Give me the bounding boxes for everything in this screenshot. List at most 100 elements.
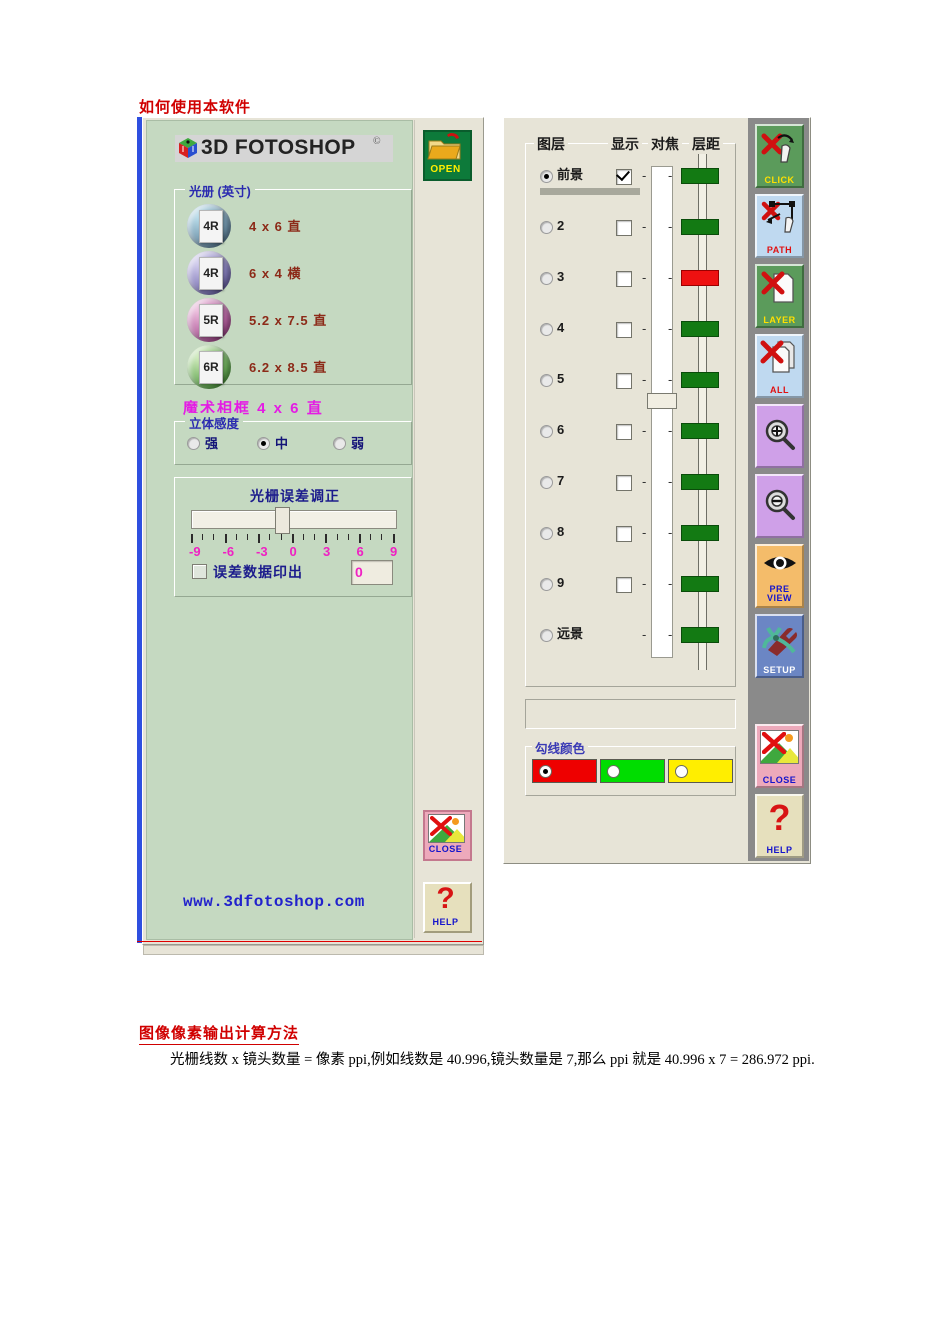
focus-dash-left: - bbox=[642, 321, 647, 336]
layer-row[interactable]: 6 - - bbox=[526, 421, 735, 441]
calibration-tick bbox=[224, 534, 227, 543]
calibration-tick bbox=[235, 534, 237, 540]
layer-spacing-pip[interactable] bbox=[681, 321, 719, 337]
layer-visibility-checkbox[interactable] bbox=[616, 526, 632, 542]
cube-logo-icon bbox=[177, 137, 199, 159]
layer-radio[interactable] bbox=[540, 221, 553, 234]
layer-spacing-pip[interactable] bbox=[681, 627, 719, 643]
app-logo: 3D FOTOSHOP © bbox=[175, 135, 393, 162]
size-option-row[interactable]: 5R 5.2 x 7.5 直 bbox=[187, 298, 407, 342]
toolbar-caption-all: ALL bbox=[770, 385, 789, 395]
open-button[interactable]: OPEN bbox=[423, 130, 472, 181]
layer-row[interactable]: 8 - - bbox=[526, 523, 735, 543]
layer-radio[interactable] bbox=[540, 425, 553, 438]
layer-row[interactable]: 3 - - bbox=[526, 268, 735, 288]
focus-dash-right: - bbox=[668, 168, 673, 183]
line-color-radio[interactable] bbox=[539, 765, 552, 778]
toolbar-button-path[interactable]: PATH bbox=[755, 194, 804, 258]
layer-radio[interactable] bbox=[540, 629, 553, 642]
layer-visibility-checkbox[interactable] bbox=[616, 373, 632, 389]
size-option-row[interactable]: 4R 6 x 4 横 bbox=[187, 251, 407, 295]
layer-radio[interactable] bbox=[540, 476, 553, 489]
layer-spacing-pip[interactable] bbox=[681, 168, 719, 184]
calibration-tick bbox=[359, 534, 361, 543]
layer-radio[interactable] bbox=[540, 578, 553, 591]
layer-visibility-checkbox[interactable] bbox=[616, 322, 632, 338]
layer-row[interactable]: 4 - - bbox=[526, 319, 735, 339]
help-question-icon: ? bbox=[768, 797, 791, 838]
focus-slider-thumb[interactable] bbox=[647, 393, 677, 409]
depth-radio-label: 弱 bbox=[351, 436, 365, 451]
layer-radio[interactable] bbox=[540, 323, 553, 336]
depth-radio[interactable] bbox=[333, 437, 346, 450]
calibration-tick bbox=[202, 534, 204, 540]
layer-radio[interactable] bbox=[540, 272, 553, 285]
calibration-value-field[interactable]: 0 bbox=[351, 560, 393, 585]
layer-name: 4 bbox=[557, 320, 565, 335]
size-option-ball[interactable]: 4R bbox=[187, 204, 231, 248]
depth-radio[interactable] bbox=[187, 437, 200, 450]
layer-name: 5 bbox=[557, 371, 565, 386]
depth-radio-label: 中 bbox=[275, 436, 289, 451]
open-button-caption: OPEN bbox=[430, 164, 461, 175]
size-option-row[interactable]: 4R 4 x 6 直 bbox=[187, 204, 407, 248]
calculation-paragraph: 光栅线数 x 镜头数量 = 像素 ppi,例如线数是 40.996,镜头数量是 … bbox=[170, 1052, 815, 1068]
layer-spacing-pip[interactable] bbox=[681, 423, 719, 439]
layer-spacing-pip[interactable] bbox=[681, 270, 719, 286]
calibration-scale-label: 3 bbox=[323, 544, 331, 559]
toolbar-button-click[interactable]: CLICK bbox=[755, 124, 804, 188]
layer-visibility-checkbox[interactable] bbox=[616, 169, 632, 185]
left-help-button[interactable]: ? HELP bbox=[423, 882, 472, 933]
line-color-swatch[interactable] bbox=[600, 759, 665, 783]
layer-row[interactable]: 9 - - bbox=[526, 574, 735, 594]
calibration-value-text: 0 bbox=[355, 564, 363, 580]
line-color-swatch[interactable] bbox=[532, 759, 597, 783]
line-color-radio[interactable] bbox=[675, 765, 688, 778]
toolbar-button-preview[interactable]: PRE VIEW bbox=[755, 544, 804, 608]
calibration-tick bbox=[291, 534, 294, 543]
layer-spacing-pip[interactable] bbox=[681, 372, 719, 388]
layer-spacing-pip[interactable] bbox=[681, 525, 719, 541]
status-info-box bbox=[525, 699, 736, 729]
left-application-window: 3D FOTOSHOP © 光册 (英寸) 4R 4 x 6 直 4R 6 x 4 横… bbox=[137, 117, 484, 955]
print-error-checkbox[interactable] bbox=[192, 564, 207, 579]
layer-radio[interactable] bbox=[540, 374, 553, 387]
layer-visibility-checkbox[interactable] bbox=[616, 271, 632, 287]
layer-spacing-pip[interactable] bbox=[681, 219, 719, 235]
left-close-button[interactable]: CLOSE bbox=[423, 810, 472, 861]
calibration-groupbox: 光栅误差调正 -9 -6 -3 0 3 6 9 误差数据印出 0 bbox=[174, 477, 412, 597]
calibration-tick bbox=[314, 534, 316, 540]
toolbar-button-setup[interactable]: SETUP bbox=[755, 614, 804, 678]
size-option-row[interactable]: 6R 6.2 x 8.5 直 bbox=[187, 345, 407, 389]
toolbar-button-layer[interactable]: LAYER bbox=[755, 264, 804, 328]
layer-visibility-checkbox[interactable] bbox=[616, 475, 632, 491]
size-option-ball[interactable]: 4R bbox=[187, 251, 231, 295]
size-option-badge: 4R bbox=[199, 210, 223, 243]
line-color-swatch[interactable] bbox=[668, 759, 733, 783]
line-color-radio[interactable] bbox=[607, 765, 620, 778]
layer-row[interactable]: 2 - - bbox=[526, 217, 735, 237]
focus-dash-right: - bbox=[668, 372, 673, 387]
calibration-slider-track[interactable] bbox=[191, 510, 397, 529]
layer-row[interactable]: 7 - - bbox=[526, 472, 735, 492]
horizontal-scrollbar[interactable] bbox=[143, 945, 484, 955]
toolbar-button-close[interactable]: CLOSE bbox=[755, 724, 804, 788]
layer-radio[interactable] bbox=[540, 170, 553, 183]
layer-radio[interactable] bbox=[540, 527, 553, 540]
toolbar-button-zoom-in[interactable] bbox=[755, 404, 804, 468]
layer-visibility-checkbox[interactable] bbox=[616, 220, 632, 236]
toolbar-button-all[interactable]: ALL bbox=[755, 334, 804, 398]
toolbar-button-help[interactable]: ? HELP bbox=[755, 794, 804, 858]
calibration-slider-thumb[interactable] bbox=[275, 507, 290, 534]
size-option-ball[interactable]: 6R bbox=[187, 345, 231, 389]
layer-row[interactable]: 远景 - - bbox=[526, 625, 735, 645]
layer-row[interactable]: 5 - - bbox=[526, 370, 735, 390]
layer-spacing-pip[interactable] bbox=[681, 576, 719, 592]
layer-row[interactable]: 前景 - - bbox=[526, 166, 735, 186]
size-option-ball[interactable]: 5R bbox=[187, 298, 231, 342]
layer-spacing-pip[interactable] bbox=[681, 474, 719, 490]
depth-radio[interactable] bbox=[257, 437, 270, 450]
layer-visibility-checkbox[interactable] bbox=[616, 424, 632, 440]
toolbar-button-zoom-out[interactable] bbox=[755, 474, 804, 538]
layer-visibility-checkbox[interactable] bbox=[616, 577, 632, 593]
